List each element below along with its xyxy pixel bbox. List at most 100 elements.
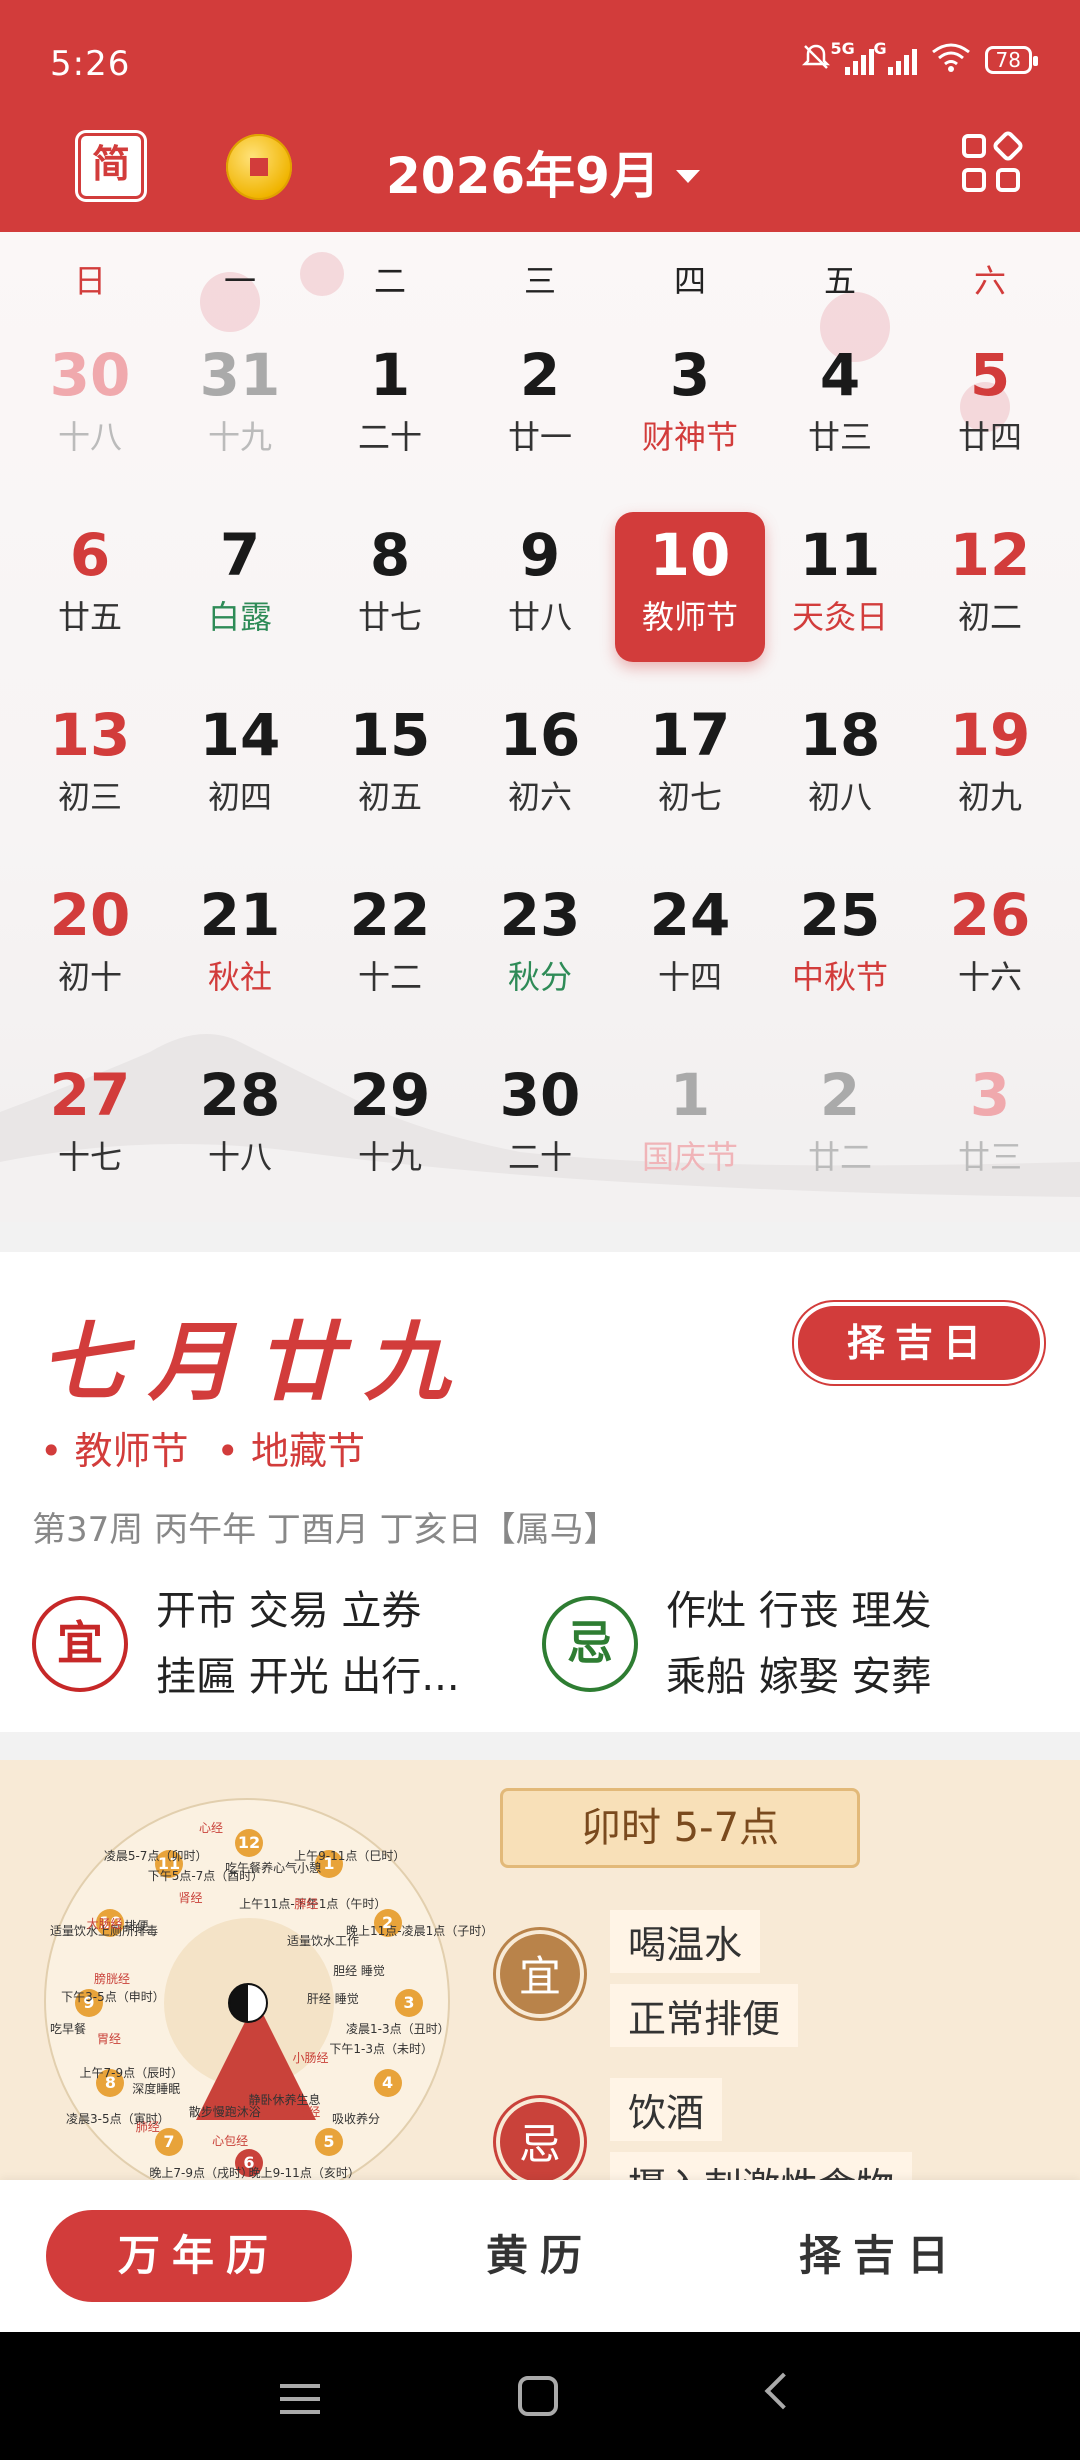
clock-label: 深度睡眠 bbox=[132, 2081, 181, 2096]
festival-item[interactable]: 地藏节 bbox=[217, 1420, 365, 1475]
clock-label: 胃经 bbox=[96, 2032, 121, 2047]
day-cell[interactable]: 16 初六 bbox=[465, 692, 615, 842]
day-cell[interactable]: 13 初三 bbox=[15, 692, 165, 842]
coin-icon[interactable] bbox=[226, 134, 292, 200]
status-icons: 5G G 78 bbox=[801, 39, 1039, 77]
lunar-label: 廿三 bbox=[957, 1138, 1022, 1176]
day-number: 26 bbox=[949, 881, 1031, 949]
day-cell[interactable]: 15 初五 bbox=[315, 692, 465, 842]
day-cell[interactable]: 21 秋社 bbox=[165, 872, 315, 1022]
clock-hour-marker: 3 bbox=[395, 1989, 423, 2017]
lunar-label: 廿四 bbox=[957, 418, 1022, 456]
day-cell[interactable]: 29 十九 bbox=[315, 1052, 465, 1202]
day-cell[interactable]: 4 廿三 bbox=[765, 332, 915, 482]
wifi-icon bbox=[931, 42, 971, 77]
day-cell[interactable]: 20 初十 bbox=[15, 872, 165, 1022]
lunar-label: 天灸日 bbox=[791, 598, 888, 636]
day-cell[interactable]: 2 廿二 bbox=[765, 1052, 915, 1202]
shichen-card[interactable]: 1 2 3 4 5 6 7 8 9 10 11 12 心经 吃午餐养心气小憩 上午11点-下午1点（午时）上… bbox=[0, 1760, 1080, 2180]
weekday-wed: 三 bbox=[523, 262, 556, 300]
choose-auspicious-day-button[interactable]: 择吉日 bbox=[794, 1302, 1044, 1384]
day-number: 31 bbox=[199, 341, 281, 409]
day-cell[interactable]: 3 财神节 bbox=[615, 332, 765, 482]
cell-signal-icon: 5G bbox=[831, 39, 874, 75]
apps-grid-icon[interactable] bbox=[962, 129, 1025, 196]
recent-apps-icon[interactable] bbox=[280, 2384, 320, 2423]
day-cell[interactable]: 30 二十 bbox=[465, 1052, 615, 1202]
day-cell[interactable]: 6 廿五 bbox=[15, 512, 165, 662]
month-picker[interactable]: 2026年9月 bbox=[386, 136, 700, 208]
suitable-line: 挂匾 开光 出行... bbox=[156, 1654, 460, 1700]
lunar-label: 初二 bbox=[957, 598, 1022, 636]
clock-label: 心包经 bbox=[212, 2134, 249, 2149]
lunar-label: 十四 bbox=[657, 958, 722, 996]
suitable-line: 开市 交易 立券 bbox=[156, 1588, 422, 1634]
lunar-label: 廿五 bbox=[57, 598, 122, 636]
day-number: 19 bbox=[949, 701, 1031, 769]
day-number: 1 bbox=[369, 341, 411, 409]
day-number: 20 bbox=[49, 881, 131, 949]
day-cell[interactable]: 19 初九 bbox=[915, 692, 1065, 842]
home-icon[interactable] bbox=[518, 2376, 558, 2416]
day-cell[interactable]: 22 十二 bbox=[315, 872, 465, 1022]
lunar-label: 初九 bbox=[957, 778, 1022, 816]
day-cell[interactable]: 1 国庆节 bbox=[615, 1052, 765, 1202]
suitable-block[interactable]: 宜 开市 交易 立券 挂匾 开光 出行... bbox=[32, 1578, 460, 1710]
day-cell-selected[interactable]: 10 教师节 bbox=[615, 512, 765, 662]
clock-label: 心经 bbox=[199, 1821, 224, 1835]
shichen-yi-item: 喝温水 bbox=[610, 1910, 761, 1973]
day-cell[interactable]: 1 二十 bbox=[315, 332, 465, 482]
clock-label: 凌晨3-5点（寅时） bbox=[65, 2112, 170, 2127]
day-cell[interactable]: 11 天灸日 bbox=[765, 512, 915, 662]
lunar-label: 初四 bbox=[207, 778, 272, 816]
yin-yang-icon bbox=[228, 1983, 268, 2023]
battery-icon: 78 bbox=[984, 45, 1039, 74]
day-cell[interactable]: 9 廿八 bbox=[465, 512, 615, 662]
day-cell[interactable]: 12 初二 bbox=[915, 512, 1065, 662]
festival-item[interactable]: 教师节 bbox=[40, 1420, 189, 1475]
festival-list: 教师节 地藏节 bbox=[40, 1420, 366, 1475]
avoid-block[interactable]: 忌 作灶 行丧 理发 乘船 嫁娶 安葬 bbox=[542, 1578, 931, 1710]
meridian-clock: 1 2 3 4 5 6 7 8 9 10 11 12 心经 吃午餐养心气小憩 上午11点-下午1点（午时）上… bbox=[44, 1798, 493, 2180]
clock-label: 下午3-5点（申时） bbox=[61, 1990, 165, 2005]
day-number: 18 bbox=[799, 701, 881, 769]
day-cell[interactable]: 8 廿七 bbox=[315, 512, 465, 662]
day-number: 12 bbox=[949, 521, 1031, 589]
tab-almanac[interactable]: 黄历 bbox=[390, 2210, 690, 2302]
day-cell[interactable]: 23 秋分 bbox=[465, 872, 615, 1022]
day-cell[interactable]: 14 初四 bbox=[165, 692, 315, 842]
avoid-line: 作灶 行丧 理发 bbox=[666, 1588, 932, 1634]
simplified-toggle-button[interactable]: 简 bbox=[78, 133, 144, 199]
day-cell[interactable]: 26 十六 bbox=[915, 872, 1065, 1022]
day-number: 28 bbox=[199, 1061, 281, 1129]
day-number: 2 bbox=[519, 341, 561, 409]
back-icon[interactable] bbox=[764, 2372, 802, 2410]
day-cell[interactable]: 7 白露 bbox=[165, 512, 315, 662]
day-cell[interactable]: 25 中秋节 bbox=[765, 872, 915, 1022]
lunar-label: 初三 bbox=[57, 778, 122, 816]
day-cell[interactable]: 3 廿三 bbox=[915, 1052, 1065, 1202]
day-cell[interactable]: 17 初七 bbox=[615, 692, 765, 842]
day-cell[interactable]: 30 十八 bbox=[15, 332, 165, 482]
day-cell[interactable]: 18 初八 bbox=[765, 692, 915, 842]
lunar-label: 二十 bbox=[507, 1138, 572, 1176]
day-cell[interactable]: 27 十七 bbox=[15, 1052, 165, 1202]
clock-label: 肾经 bbox=[178, 1890, 203, 1905]
day-cell[interactable]: 24 十四 bbox=[615, 872, 765, 1022]
lunar-label: 十六 bbox=[957, 958, 1022, 996]
day-number: 22 bbox=[349, 881, 431, 949]
clock-label: 上午9-11点（巳时） bbox=[294, 1848, 406, 1863]
clock-label: 晚上7-9点（戌时） bbox=[149, 2165, 254, 2180]
tab-perpetual-calendar[interactable]: 万年历 bbox=[46, 2210, 352, 2302]
day-cell[interactable]: 2 廿一 bbox=[465, 332, 615, 482]
day-cell[interactable]: 5 廿四 bbox=[915, 332, 1065, 482]
lunar-label: 廿一 bbox=[507, 418, 572, 456]
clock-label: 晚上9-11点（亥时） bbox=[248, 2165, 360, 2180]
tab-auspicious-day[interactable]: 择吉日 bbox=[720, 2210, 1040, 2302]
day-number: 2 bbox=[819, 1061, 861, 1129]
day-cell[interactable]: 31 十九 bbox=[165, 332, 315, 482]
mute-icon bbox=[801, 42, 831, 77]
day-cell[interactable]: 28 十八 bbox=[165, 1052, 315, 1202]
lunar-label: 十七 bbox=[57, 1138, 122, 1176]
ji-seal-icon: 忌 bbox=[542, 1596, 638, 1692]
